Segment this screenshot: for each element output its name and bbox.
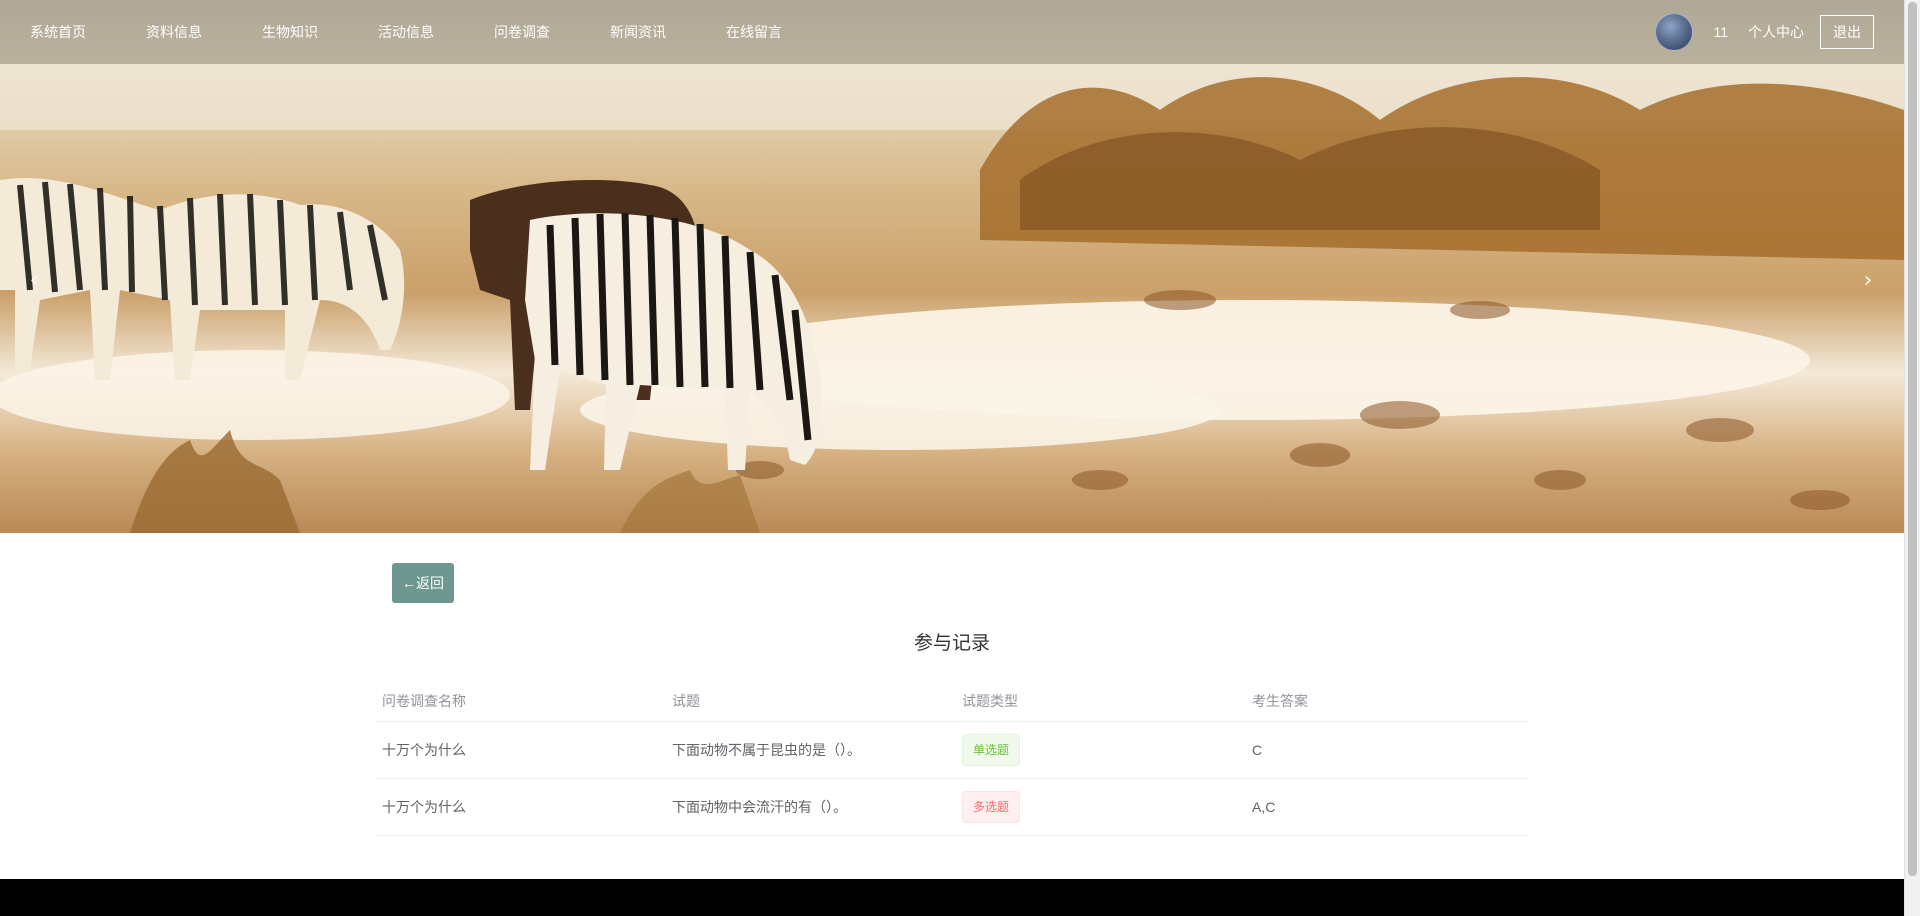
user-area: 11 个人中心 退出 [1655,0,1874,64]
table-header-row: 问卷调查名称 试题 试题类型 考生答案 [376,681,1528,722]
survey-name-cell: 十万个为什么 [376,721,666,779]
page: ‹ › 系统首页 资料信息 生物知识 活动信息 问卷调查 新闻资讯 在线留言 11 个人中心… [0,0,1920,916]
table-row: 十万个为什么 下面动物不属于昆虫的是（）。 单选题 C [376,721,1528,779]
top-navbar: 系统首页 资料信息 生物知识 活动信息 问卷调查 新闻资讯 在线留言 11 个人中心 退出 [0,0,1904,64]
records-table: 问卷调查名称 试题 试题类型 考生答案 十万个为什么 下面动物不属于昆虫的是（）… [376,681,1528,836]
question-type-tag: 单选题 [962,733,1021,766]
carousel-next-icon[interactable]: › [1856,266,1880,296]
banner-image [0,0,1904,533]
answer-cell: A,C [1246,778,1528,836]
nav-item-7[interactable]: 在线留言 [726,22,782,42]
question-type-cell: 单选题 [956,721,1246,779]
survey-name-cell: 十万个为什么 [376,778,666,836]
personal-center-link[interactable]: 个人中心 [1748,22,1804,42]
nav-item-2[interactable]: 资料信息 [146,22,202,42]
nav-item-5[interactable]: 问卷调查 [494,22,550,42]
answer-cell: C [1246,721,1528,779]
table-row: 十万个为什么 下面动物中会流汗的有（）。 多选题 A,C [376,778,1528,836]
avatar[interactable] [1655,13,1694,51]
column-header-question-type: 试题类型 [956,681,1246,722]
question-cell: 下面动物不属于昆虫的是（）。 [666,721,956,779]
back-button[interactable]: ←返回 [392,563,454,603]
logout-button[interactable]: 退出 [1820,15,1874,49]
nav-item-4[interactable]: 活动信息 [378,22,434,42]
column-header-answer: 考生答案 [1246,681,1528,722]
nav-item-6[interactable]: 新闻资讯 [610,22,666,42]
question-type-tag: 多选题 [962,790,1021,823]
page-title: 参与记录 [913,633,990,654]
column-header-question: 试题 [666,681,956,722]
username: 11 [1713,24,1728,40]
main-nav: 系统首页 资料信息 生物知识 活动信息 问卷调查 新闻资讯 在线留言 [30,0,842,64]
footer [0,879,1904,916]
question-type-cell: 多选题 [956,778,1246,836]
scrollbar-thumb[interactable] [1908,2,1917,876]
nav-item-1[interactable]: 系统首页 [30,22,86,42]
banner-carousel: ‹ › [0,0,1904,533]
nav-item-3[interactable]: 生物知识 [262,22,318,42]
carousel-prev-icon[interactable]: ‹ [22,266,46,296]
scrollbar[interactable] [1904,0,1920,916]
question-cell: 下面动物中会流汗的有（）。 [666,778,956,836]
column-header-survey-name: 问卷调查名称 [376,681,666,722]
